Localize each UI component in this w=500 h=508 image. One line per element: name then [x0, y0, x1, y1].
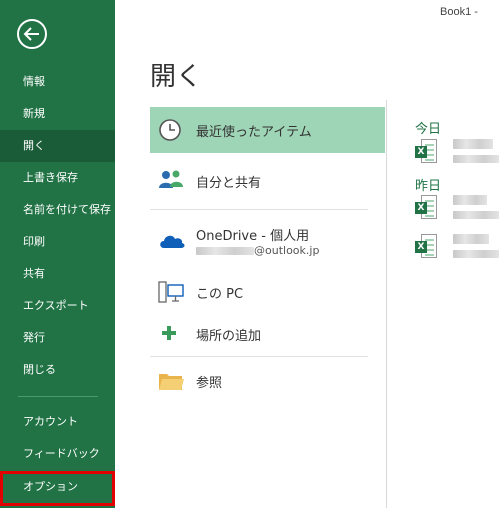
clock-icon [159, 119, 181, 141]
nav-close[interactable]: 閉じる [0, 354, 115, 386]
nav-open[interactable]: 開く [0, 130, 115, 162]
location-label: OneDrive - 個人用 [196, 229, 310, 244]
excel-file-icon[interactable]: X [415, 195, 437, 219]
nav-options[interactable]: オプション [0, 471, 115, 506]
redacted-text [196, 247, 254, 255]
location-label: 場所の追加 [196, 329, 262, 344]
arrow-left-icon [23, 27, 39, 41]
location-label: 最近使ったアイテム [196, 125, 312, 140]
nav-new[interactable]: 新規 [0, 98, 115, 130]
nav-account[interactable]: アカウント [0, 406, 115, 438]
location-browse[interactable]: 参照 [150, 365, 385, 397]
recent-file[interactable] [453, 139, 500, 163]
nav-save-as[interactable]: 名前を付けて保存 [0, 194, 115, 226]
excel-badge: X [415, 241, 427, 253]
recent-group-yesterday: 昨日 [415, 179, 442, 194]
recent-file[interactable] [453, 234, 500, 258]
recent-file[interactable] [453, 195, 500, 219]
nav-export[interactable]: エクスポート [0, 290, 115, 322]
excel-badge: X [415, 202, 427, 214]
column-divider [386, 100, 387, 508]
excel-badge: X [415, 146, 427, 158]
folder-icon [159, 374, 184, 390]
nav-publish[interactable]: 発行 [0, 322, 115, 354]
onedrive-domain: @outlook.jp [254, 244, 320, 257]
redacted-path [453, 250, 499, 258]
location-this-pc[interactable]: この PC [150, 275, 385, 309]
people-icon [159, 170, 183, 188]
nav-info[interactable]: 情報 [0, 66, 115, 98]
cloud-icon [160, 235, 185, 248]
redacted-filename [453, 139, 493, 149]
location-label: 参照 [196, 376, 223, 391]
location-divider [150, 356, 368, 357]
nav-feedback[interactable]: フィードバック [0, 438, 115, 470]
computer-icon [158, 281, 184, 303]
backstage-sidebar: 情報 新規 開く 上書き保存 名前を付けて保存 印刷 共有 エクスポート 発行 … [0, 0, 115, 508]
nav-print[interactable]: 印刷 [0, 226, 115, 258]
recent-group-today: 今日 [415, 122, 442, 137]
excel-file-icon[interactable]: X [415, 139, 437, 163]
location-label: 自分と共有 [196, 176, 262, 191]
location-add-place[interactable]: 場所の追加 [150, 318, 385, 350]
plus-icon [162, 326, 176, 340]
page-title: 開く [150, 62, 203, 92]
redacted-filename [453, 195, 487, 205]
location-divider [150, 209, 368, 210]
redacted-path [453, 155, 499, 163]
redacted-path [453, 211, 499, 219]
nav-save[interactable]: 上書き保存 [0, 162, 115, 194]
excel-file-icon[interactable]: X [415, 234, 437, 258]
redacted-filename [453, 234, 489, 244]
location-recent[interactable]: 最近使ったアイテム [150, 107, 385, 153]
onedrive-account: @outlook.jp [196, 244, 319, 257]
location-onedrive[interactable]: OneDrive - 個人用 @outlook.jp [150, 220, 385, 266]
sidebar-divider [18, 396, 98, 397]
location-shared[interactable]: 自分と共有 [150, 160, 385, 200]
window-title: Book1 - [440, 6, 478, 18]
back-button[interactable] [17, 19, 47, 49]
nav-share[interactable]: 共有 [0, 258, 115, 290]
location-label: この PC [196, 287, 244, 302]
